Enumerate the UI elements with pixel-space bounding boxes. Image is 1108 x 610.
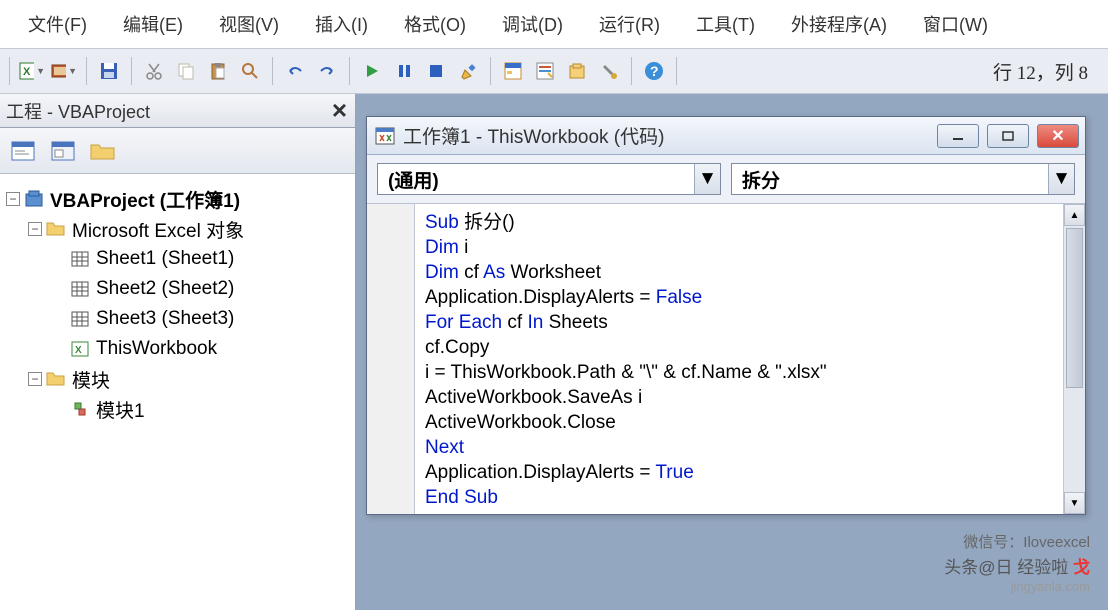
object-dropdown-value: (通用)	[378, 166, 694, 193]
collapse-icon[interactable]: −	[28, 372, 42, 386]
maximize-button[interactable]	[987, 124, 1029, 148]
collapse-icon[interactable]: −	[6, 192, 20, 206]
menu-window[interactable]: 窗口(W)	[923, 11, 988, 37]
tree-label: Sheet1 (Sheet1)	[96, 248, 234, 270]
project-tree: − VBAProject (工作簿1) − Microsoft Excel 对象…	[0, 174, 355, 610]
undo-icon[interactable]	[282, 58, 308, 84]
svg-text:X: X	[23, 66, 31, 78]
save-icon[interactable]	[96, 58, 122, 84]
code-gutter	[367, 204, 415, 514]
project-panel-title: 工程 - VBAProject	[6, 98, 150, 124]
worksheet-icon	[70, 310, 90, 328]
toolbox-icon[interactable]	[596, 58, 622, 84]
view-object-icon[interactable]	[48, 138, 78, 164]
menu-run[interactable]: 运行(R)	[599, 11, 660, 37]
close-button[interactable]: ✕	[1037, 124, 1079, 148]
view-code-icon[interactable]	[8, 138, 38, 164]
copy-icon[interactable]	[173, 58, 199, 84]
scroll-down-icon[interactable]: ▼	[1064, 492, 1085, 514]
tree-module1[interactable]: 模块1	[6, 394, 349, 424]
object-browser-icon[interactable]	[564, 58, 590, 84]
tree-modules[interactable]: − 模块	[6, 364, 349, 394]
menu-addin[interactable]: 外接程序(A)	[791, 11, 887, 37]
design-mode-icon[interactable]	[455, 58, 481, 84]
scroll-up-icon[interactable]: ▲	[1064, 204, 1085, 226]
stop-icon[interactable]	[423, 58, 449, 84]
pause-icon[interactable]	[391, 58, 417, 84]
tree-thisworkbook[interactable]: X ThisWorkbook	[6, 334, 349, 364]
workbook-icon: X	[70, 340, 90, 358]
object-dropdown[interactable]: (通用) ▼	[377, 163, 721, 195]
tree-excel-objects[interactable]: − Microsoft Excel 对象	[6, 214, 349, 244]
worksheet-icon	[70, 280, 90, 298]
cursor-position: 行 12，列 8	[979, 58, 1102, 85]
vertical-scrollbar[interactable]: ▲ ▼	[1063, 204, 1085, 514]
menu-format[interactable]: 格式(O)	[404, 11, 466, 37]
tree-label: 模块1	[96, 396, 145, 423]
worksheet-icon	[70, 250, 90, 268]
scroll-thumb[interactable]	[1066, 228, 1083, 388]
find-icon[interactable]	[237, 58, 263, 84]
scroll-track[interactable]	[1064, 226, 1085, 492]
project-panel: 工程 - VBAProject × − VBAProject (工作簿1) − …	[0, 94, 356, 610]
excel-icon[interactable]: X▼	[19, 58, 45, 84]
close-icon[interactable]: ×	[332, 95, 347, 126]
tree-sheet2[interactable]: Sheet2 (Sheet2)	[6, 274, 349, 304]
paste-icon[interactable]	[205, 58, 231, 84]
vbaproject-icon	[24, 190, 44, 208]
menu-tools[interactable]: 工具(T)	[696, 11, 755, 37]
menu-edit[interactable]: 编辑(E)	[123, 11, 183, 37]
project-panel-titlebar: 工程 - VBAProject ×	[0, 94, 355, 128]
code-window-titlebar[interactable]: 工作簿1 - ThisWorkbook (代码) ✕	[367, 117, 1085, 155]
tree-label: Microsoft Excel 对象	[72, 216, 244, 243]
tree-root[interactable]: − VBAProject (工作簿1)	[6, 184, 349, 214]
project-explorer-icon[interactable]	[500, 58, 526, 84]
minimize-button[interactable]	[937, 124, 979, 148]
menu-file[interactable]: 文件(F)	[28, 11, 87, 37]
svg-text:?: ?	[650, 63, 659, 79]
insert-control-icon[interactable]: ▼	[51, 58, 77, 84]
cut-icon[interactable]	[141, 58, 167, 84]
chevron-down-icon[interactable]: ▼	[1048, 164, 1074, 194]
help-icon[interactable]: ?	[641, 58, 667, 84]
code-area: Sub 拆分() Dim i Dim cf As Worksheet Appli…	[367, 204, 1085, 514]
menu-insert[interactable]: 插入(I)	[315, 11, 368, 37]
code-window-icon	[375, 127, 395, 145]
tree-label: Sheet3 (Sheet3)	[96, 308, 234, 330]
mdi-area: 工作簿1 - ThisWorkbook (代码) ✕ (通用) ▼ 拆分 ▼	[356, 94, 1108, 610]
menu-view[interactable]: 视图(V)	[219, 11, 279, 37]
run-icon[interactable]	[359, 58, 385, 84]
collapse-icon[interactable]: −	[28, 222, 42, 236]
project-toolbar	[0, 128, 355, 174]
main-area: 工程 - VBAProject × − VBAProject (工作簿1) − …	[0, 94, 1108, 610]
tree-label: ThisWorkbook	[96, 338, 217, 360]
code-dropdowns: (通用) ▼ 拆分 ▼	[367, 155, 1085, 204]
properties-icon[interactable]	[532, 58, 558, 84]
svg-text:X: X	[75, 345, 82, 356]
module-icon	[70, 400, 90, 418]
folder-icon[interactable]	[88, 138, 118, 164]
folder-open-icon	[46, 370, 66, 388]
toolbar: X▼ ▼ ? 行 12，列 8	[0, 48, 1108, 94]
tree-label: 模块	[72, 366, 110, 393]
procedure-dropdown[interactable]: 拆分 ▼	[731, 163, 1075, 195]
chevron-down-icon[interactable]: ▼	[694, 164, 720, 194]
code-window: 工作簿1 - ThisWorkbook (代码) ✕ (通用) ▼ 拆分 ▼	[366, 116, 1086, 515]
tree-label: Sheet2 (Sheet2)	[96, 278, 234, 300]
tree-sheet1[interactable]: Sheet1 (Sheet1)	[6, 244, 349, 274]
menubar: 文件(F) 编辑(E) 视图(V) 插入(I) 格式(O) 调试(D) 运行(R…	[0, 0, 1108, 48]
code-window-title: 工作簿1 - ThisWorkbook (代码)	[403, 122, 937, 149]
folder-open-icon	[46, 220, 66, 238]
menu-debug[interactable]: 调试(D)	[502, 11, 563, 37]
code-editor[interactable]: Sub 拆分() Dim i Dim cf As Worksheet Appli…	[415, 204, 1063, 514]
tree-root-label: VBAProject (工作簿1)	[50, 186, 240, 213]
procedure-dropdown-value: 拆分	[732, 166, 1048, 193]
tree-sheet3[interactable]: Sheet3 (Sheet3)	[6, 304, 349, 334]
redo-icon[interactable]	[314, 58, 340, 84]
